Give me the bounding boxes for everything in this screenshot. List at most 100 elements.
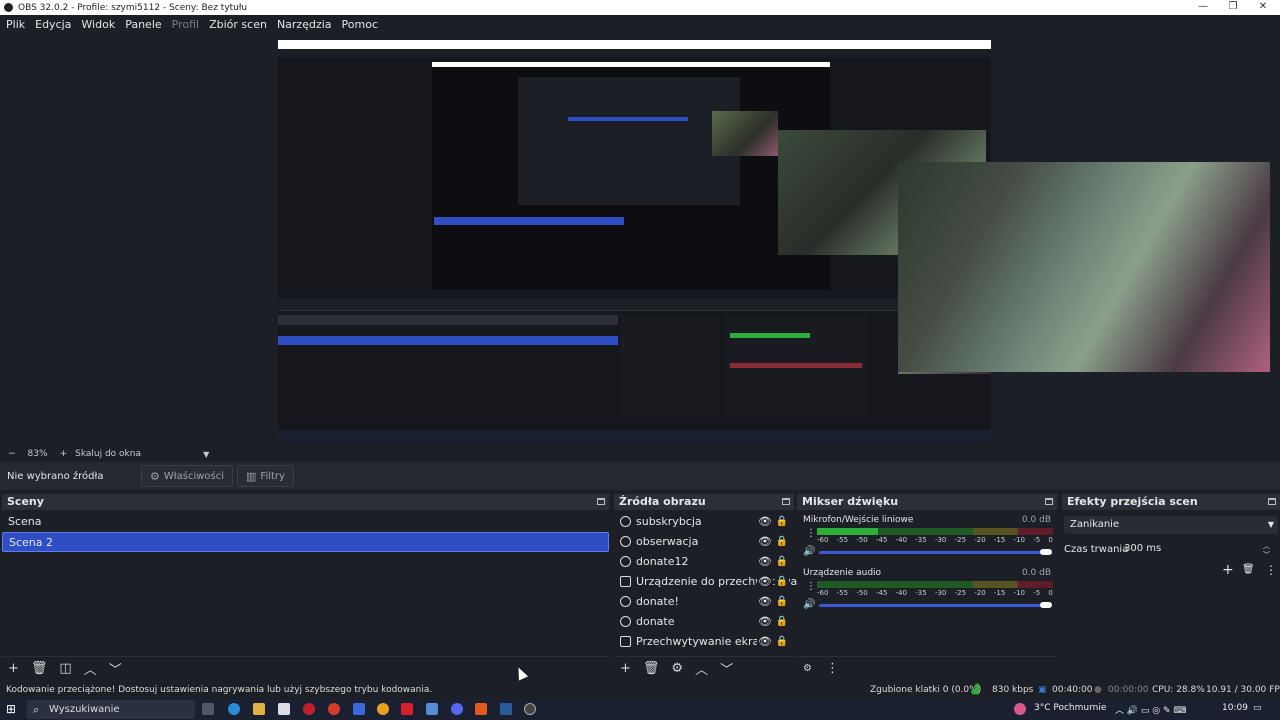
- volume-slider[interactable]: [819, 551, 1047, 554]
- menu-profile[interactable]: Profil: [172, 18, 199, 31]
- speaker-icon[interactable]: 🔊: [803, 599, 815, 610]
- brave-icon[interactable]: [401, 703, 413, 715]
- nested-menu-bar: [278, 49, 991, 57]
- folder-icon[interactable]: [253, 703, 265, 715]
- scene-item[interactable]: Scena: [2, 512, 609, 532]
- zoom-mode-select[interactable]: Skaluj do okna: [75, 449, 203, 459]
- eye-icon[interactable]: 👁: [757, 612, 773, 632]
- app-icon[interactable]: [426, 703, 438, 715]
- duration-input[interactable]: 300 ms ︿ ﹀: [1120, 540, 1276, 559]
- source-item[interactable]: Urządzenie do przechwytywania obrazu 👁 🔒: [614, 572, 855, 592]
- lock-icon[interactable]: 🔒: [775, 552, 789, 572]
- eye-icon[interactable]: 👁: [757, 572, 773, 592]
- notifications-icon[interactable]: ▭: [1253, 703, 1262, 713]
- eye-icon[interactable]: 👁: [757, 512, 773, 532]
- source-label: donate: [636, 615, 675, 628]
- trash-icon[interactable]: 🗑: [31, 661, 48, 676]
- volume-slider-handle[interactable]: [1040, 549, 1052, 555]
- windows-start-icon[interactable]: ⊞: [6, 702, 16, 716]
- source-item[interactable]: donate12 👁 🔒: [614, 552, 794, 572]
- add-source-icon[interactable]: +: [620, 661, 631, 676]
- channel-name: Urządzenie audio: [803, 568, 882, 578]
- app-icon[interactable]: [328, 703, 340, 715]
- undock-icon[interactable]: [1045, 498, 1053, 505]
- filters-button[interactable]: ▥ Filtry: [237, 465, 294, 487]
- menu-scene-collection[interactable]: Zbiór scen: [209, 18, 267, 31]
- spin-down-icon[interactable]: ﹀: [1263, 546, 1270, 564]
- advanced-audio-icon[interactable]: ⚙: [803, 663, 812, 674]
- kebab-menu-icon[interactable]: ⋮: [826, 661, 839, 676]
- lock-icon[interactable]: 🔒: [775, 512, 789, 532]
- speaker-icon[interactable]: 🔊: [803, 546, 815, 557]
- system-tray-icons[interactable]: ︿ 🔊 ▭ ◎ ✎ ⌨: [1115, 703, 1186, 716]
- eye-icon[interactable]: 👁: [757, 632, 773, 652]
- maximize-button[interactable]: ❐: [1218, 0, 1248, 15]
- source-item[interactable]: Przechwytywanie ekranu 👁 🔒: [614, 632, 794, 652]
- lock-icon[interactable]: 🔒: [775, 532, 789, 552]
- properties-button[interactable]: ⚙ Właściwości: [141, 465, 234, 487]
- undock-icon[interactable]: [782, 498, 790, 505]
- no-source-label: Nie wybrano źródła: [7, 470, 104, 482]
- menu-view[interactable]: Widok: [81, 18, 115, 31]
- bitrate: 830 kbps: [992, 685, 1034, 695]
- source-item[interactable]: donate 👁 🔒: [614, 612, 794, 632]
- add-scene-icon[interactable]: +: [8, 661, 19, 676]
- title-bar: OBS 32.0.2 - Profile: szymi5112 - Sceny:…: [0, 0, 1280, 15]
- camera-icon: [620, 576, 631, 587]
- zoom-in-button[interactable]: +: [60, 449, 68, 459]
- eye-icon[interactable]: 👁: [757, 532, 773, 552]
- edge-icon[interactable]: [228, 703, 240, 715]
- gear-icon[interactable]: ⚙: [671, 661, 683, 676]
- opera-icon[interactable]: [303, 703, 315, 715]
- chrome-icon[interactable]: [377, 703, 389, 715]
- lock-icon[interactable]: 🔒: [775, 592, 789, 612]
- task-view-icon[interactable]: [202, 703, 214, 715]
- scene-filters-icon[interactable]: ◫: [59, 661, 71, 676]
- undock-icon[interactable]: [1268, 498, 1276, 505]
- menu-help[interactable]: Pomoc: [342, 18, 378, 31]
- weather-icon: [1014, 703, 1026, 715]
- source-item[interactable]: donate! 👁 🔒: [614, 592, 794, 612]
- discord-icon[interactable]: [451, 703, 463, 715]
- weather-text: 3°C Pochmurnie: [1034, 703, 1107, 713]
- volume-slider[interactable]: [819, 604, 1047, 607]
- chevron-down-icon[interactable]: ▼: [203, 450, 209, 459]
- trash-icon[interactable]: 🗑: [1242, 564, 1255, 575]
- taskbar-search[interactable]: ⌕ Wyszukiwanie: [27, 700, 195, 719]
- menu-file[interactable]: Plik: [6, 18, 25, 31]
- source-item[interactable]: obserwacja 👁 🔒: [614, 532, 794, 552]
- kebab-menu-icon[interactable]: ⋮: [806, 581, 816, 592]
- menu-docks[interactable]: Panele: [125, 18, 161, 31]
- zoom-out-button[interactable]: −: [8, 449, 16, 459]
- chevron-up-icon[interactable]: ︿: [84, 659, 97, 678]
- steam-icon[interactable]: [500, 703, 512, 715]
- chevron-down-icon[interactable]: ﹀: [109, 659, 122, 678]
- store-icon[interactable]: [278, 703, 290, 715]
- undock-icon[interactable]: [597, 498, 605, 505]
- taskbar: ⊞ ⌕ Wyszukiwanie 3°C Pochmurnie ︿ 🔊 ▭ ◎ …: [0, 699, 1280, 720]
- chevron-up-icon[interactable]: ︿: [695, 659, 708, 678]
- lock-icon[interactable]: 🔒: [775, 632, 789, 652]
- kebab-menu-icon[interactable]: ⋮: [1265, 563, 1277, 577]
- kebab-menu-icon[interactable]: ⋮: [806, 528, 816, 539]
- scene-item-selected[interactable]: Scena 2: [2, 532, 609, 552]
- lock-icon[interactable]: 🔒: [775, 612, 789, 632]
- app-icon[interactable]: [353, 703, 365, 715]
- program-preview[interactable]: [278, 40, 991, 443]
- source-item[interactable]: subskrybcja 👁 🔒: [614, 512, 794, 532]
- app-icon[interactable]: [475, 703, 487, 715]
- trash-icon[interactable]: 🗑: [643, 661, 660, 676]
- transition-select[interactable]: Zanikanie ▼: [1064, 516, 1278, 534]
- chevron-down-icon[interactable]: ﹀: [720, 659, 733, 678]
- volume-slider-handle[interactable]: [1040, 602, 1052, 608]
- eye-icon[interactable]: 👁: [757, 552, 773, 572]
- scenes-dock: Sceny Scena Scena 2 + 🗑 ◫ ︿ ﹀: [2, 494, 609, 680]
- lock-icon[interactable]: 🔒: [775, 572, 789, 592]
- close-button[interactable]: ✕: [1248, 0, 1278, 15]
- minimize-button[interactable]: —: [1188, 0, 1218, 15]
- obs-icon[interactable]: [524, 703, 536, 715]
- menu-tools[interactable]: Narzędzia: [277, 18, 332, 31]
- add-transition-icon[interactable]: +: [1222, 562, 1234, 578]
- menu-edit[interactable]: Edycja: [35, 18, 71, 31]
- eye-icon[interactable]: 👁: [757, 592, 773, 612]
